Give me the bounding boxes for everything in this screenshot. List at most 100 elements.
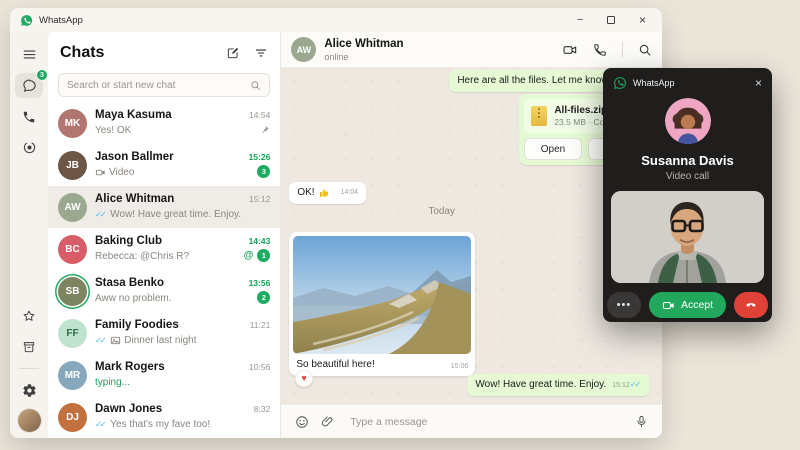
chat-list-item[interactable]: DJDawn Jones✓✓Yes that's my fave too!8:3… xyxy=(48,396,280,438)
unread-badge: 3 xyxy=(257,165,270,178)
landscape-photo xyxy=(293,236,471,354)
conversation-header[interactable]: AW Alice Whitman online xyxy=(281,32,662,68)
chat-name: Family Foodies xyxy=(95,318,242,334)
chats-tab[interactable]: 3 xyxy=(15,73,43,98)
accept-call-label: Accept xyxy=(681,299,713,311)
attach-button[interactable] xyxy=(321,415,334,428)
video-call-icon xyxy=(562,42,578,58)
archived-chats-button[interactable] xyxy=(15,334,43,359)
filter-chats-button[interactable] xyxy=(254,46,268,60)
message-time: 14:04 xyxy=(341,188,359,197)
mention-indicator: @ xyxy=(244,250,254,261)
read-ticks-icon: ✓✓ xyxy=(95,419,104,430)
search-icon xyxy=(638,43,652,57)
message-composer: Type a message xyxy=(281,404,662,438)
chat-avatar: JB xyxy=(58,151,87,180)
chat-avatar: DJ xyxy=(58,403,87,432)
chat-name: Alice Whitman xyxy=(95,192,241,208)
voice-message-button[interactable] xyxy=(635,415,648,428)
thumbs-up-emoji xyxy=(319,187,331,199)
caller-avatar xyxy=(665,98,711,144)
new-chat-icon xyxy=(226,46,240,60)
contact-status: online xyxy=(324,52,403,63)
chat-list-item[interactable]: AWAlice Whitman✓✓Wow! Have great time. E… xyxy=(48,186,280,228)
rail-divider xyxy=(19,368,39,369)
unread-chats-badge: 3 xyxy=(36,69,48,81)
chat-preview: Rebecca: @Chris R? xyxy=(95,250,236,264)
settings-button[interactable] xyxy=(15,378,43,403)
window-titlebar[interactable]: WhatsApp – × xyxy=(10,8,662,32)
contact-avatar[interactable]: AW xyxy=(291,37,316,62)
chat-avatar: FF xyxy=(58,319,87,348)
calls-icon xyxy=(22,110,36,124)
phone-icon xyxy=(593,43,607,57)
chat-list-item[interactable]: JBJason BallmerVideo15:263 xyxy=(48,144,280,186)
filter-icon xyxy=(254,46,268,60)
date-divider: Today xyxy=(281,206,602,217)
search-in-chat-button[interactable] xyxy=(638,43,652,57)
chat-list-item[interactable]: MR Mark Rogerstyping... 10:56 xyxy=(48,354,280,396)
microphone-icon xyxy=(635,415,648,428)
navigation-rail: 3 xyxy=(10,32,48,438)
search-placeholder: Search or start new chat xyxy=(67,80,244,91)
chat-time: 10:56 xyxy=(249,362,270,372)
voice-call-button[interactable] xyxy=(593,43,607,57)
maximize-button[interactable] xyxy=(607,16,615,24)
emoji-button[interactable] xyxy=(295,415,309,429)
decline-call-button[interactable] xyxy=(734,292,768,318)
chat-list: MKMaya KasumaYes! OK14:54JBJason Ballmer… xyxy=(48,102,280,438)
call-close-button[interactable]: × xyxy=(755,77,762,89)
calls-tab[interactable] xyxy=(15,104,43,129)
message-incoming-text[interactable]: OK! 14:04 xyxy=(289,182,366,204)
video-call-button[interactable] xyxy=(562,42,578,58)
search-input[interactable]: Search or start new chat xyxy=(58,73,270,97)
message-photo[interactable]: So beautiful here! 15:06 ♥ xyxy=(289,232,475,376)
read-ticks-icon: ✓✓ xyxy=(95,335,104,346)
unread-badge: 1 xyxy=(257,249,270,262)
chat-list-item[interactable]: MKMaya KasumaYes! OK14:54 xyxy=(48,102,280,144)
header-divider xyxy=(622,42,623,57)
new-chat-button[interactable] xyxy=(226,46,240,60)
chat-preview: ✓✓Yes that's my fave too! xyxy=(95,418,246,432)
message-input[interactable]: Type a message xyxy=(350,416,623,428)
chat-name: Dawn Jones xyxy=(95,402,246,418)
message-time: 15:12 xyxy=(612,382,630,389)
paperclip-icon xyxy=(321,415,334,428)
video-call-icon xyxy=(662,299,675,312)
accept-call-button[interactable]: Accept xyxy=(649,292,726,318)
profile-avatar[interactable] xyxy=(18,409,41,432)
chat-list-item[interactable]: SBStasa BenkoAww no problem.13:562 xyxy=(48,270,280,312)
call-type-label: Video call xyxy=(603,171,772,182)
chat-name: Mark Rogers xyxy=(95,360,241,376)
contact-name: Alice Whitman xyxy=(324,37,403,52)
starred-messages-button[interactable] xyxy=(15,303,43,328)
call-more-options-button[interactable]: ••• xyxy=(607,292,641,318)
message-text: Wow! Have great time. Enjoy. xyxy=(475,379,606,390)
minimize-button[interactable]: – xyxy=(577,15,583,25)
chat-name: Baking Club xyxy=(95,234,236,250)
chat-list-item[interactable]: FFFamily Foodies✓✓Dinner last night11:21 xyxy=(48,312,280,354)
zip-file-icon xyxy=(531,106,547,126)
chat-preview: Video xyxy=(95,166,241,180)
chat-avatar: MR xyxy=(58,361,87,390)
chat-time: 13:56 xyxy=(249,278,271,288)
incoming-call-window: WhatsApp × Susanna Davis Video call xyxy=(603,68,772,322)
heart-reaction-badge[interactable]: ♥ xyxy=(295,370,312,387)
chat-list-title: Chats xyxy=(60,44,226,62)
caller-name: Susanna Davis xyxy=(603,153,772,168)
video-icon xyxy=(95,167,106,178)
message-outgoing-text[interactable]: Wow! Have great time. Enjoy.15:12✓✓ xyxy=(467,374,650,396)
menu-button[interactable] xyxy=(15,42,43,67)
call-window-title: WhatsApp xyxy=(633,78,675,88)
emoji-icon xyxy=(295,415,309,429)
call-titlebar[interactable]: WhatsApp × xyxy=(603,68,772,94)
unread-badge: 2 xyxy=(257,291,270,304)
status-tab[interactable] xyxy=(15,135,43,160)
chat-name: Stasa Benko xyxy=(95,276,241,292)
chat-preview: typing... xyxy=(95,376,241,390)
message-time: 15:06 xyxy=(451,363,469,370)
chat-list-item[interactable]: BCBaking ClubRebecca: @Chris R?14:43@1 xyxy=(48,228,280,270)
close-button[interactable]: × xyxy=(639,14,646,26)
file-open-button[interactable]: Open xyxy=(524,138,581,160)
read-ticks-icon: ✓✓ xyxy=(95,209,104,220)
